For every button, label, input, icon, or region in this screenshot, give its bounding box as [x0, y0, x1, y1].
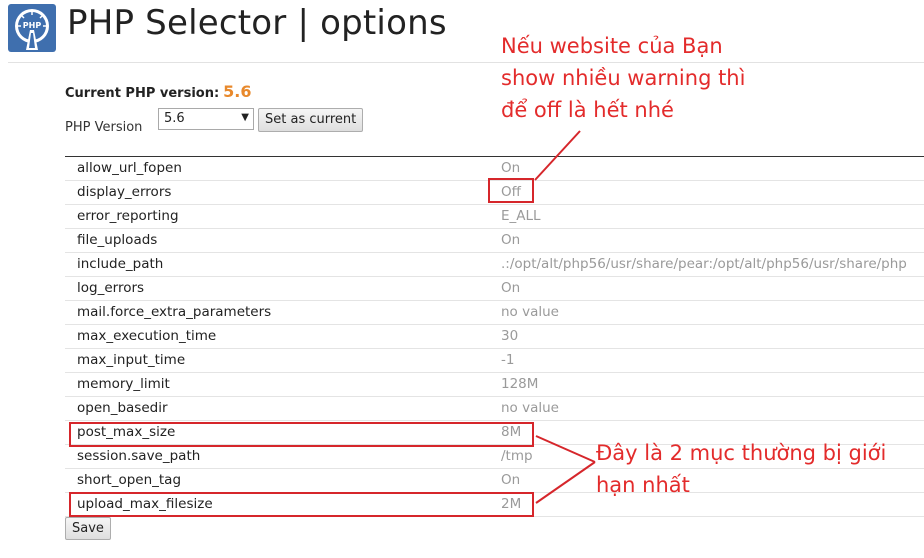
- option-value[interactable]: no value: [501, 400, 559, 416]
- current-version-label: Current PHP version:: [65, 86, 220, 101]
- option-row: include_path .:/opt/alt/php56/usr/share/p…: [65, 253, 924, 277]
- option-row: file_uploads On: [65, 229, 924, 253]
- option-value[interactable]: .:/opt/alt/php56/usr/share/pear:/opt/alt…: [501, 256, 907, 272]
- current-version-value: 5.6: [223, 82, 252, 101]
- option-name: memory_limit: [77, 376, 170, 392]
- option-name: file_uploads: [77, 232, 158, 248]
- current-version: Current PHP version: 5.6: [65, 82, 252, 101]
- annotation-line: để off là hết nhé: [501, 98, 674, 122]
- option-value[interactable]: E_ALL: [501, 208, 541, 224]
- annotation-line: Đây là 2 mục thường bị giới: [596, 441, 887, 465]
- php-selector-page: PHP PHP Selector | options Current PHP v…: [0, 0, 924, 558]
- option-name: max_input_time: [77, 352, 186, 368]
- option-row: max_execution_time 30: [65, 325, 924, 349]
- page-title: PHP Selector | options: [67, 3, 447, 43]
- option-value[interactable]: no value: [501, 304, 559, 320]
- option-row: log_errors On: [65, 277, 924, 301]
- option-row: error_reporting E_ALL: [65, 205, 924, 229]
- option-row: open_basedir no value: [65, 397, 924, 421]
- option-name: open_basedir: [77, 400, 168, 416]
- option-row: max_input_time -1: [65, 349, 924, 373]
- set-as-current-button[interactable]: Set as current: [258, 108, 364, 132]
- option-value[interactable]: 128M: [501, 376, 538, 392]
- php-version-select[interactable]: 5.6 ▼: [158, 108, 254, 130]
- option-value[interactable]: On: [501, 472, 520, 488]
- annotation-note-display-errors: Nếu website của Bạn show nhiều warning t…: [501, 30, 745, 126]
- option-name: allow_url_fopen: [77, 160, 182, 176]
- save-button[interactable]: Save: [65, 517, 111, 540]
- php-version-selected: 5.6: [164, 111, 185, 126]
- option-value[interactable]: On: [501, 232, 520, 248]
- title-divider: [8, 62, 924, 63]
- option-name: display_errors: [77, 184, 172, 200]
- php-version-label: PHP Version: [65, 120, 143, 135]
- option-name: error_reporting: [77, 208, 179, 224]
- option-row: memory_limit 128M: [65, 373, 924, 397]
- option-name: mail.force_extra_parameters: [77, 304, 272, 320]
- option-name: include_path: [77, 256, 164, 272]
- option-row: mail.force_extra_parameters no value: [65, 301, 924, 325]
- logo-text: PHP: [23, 21, 42, 30]
- option-value[interactable]: /tmp: [501, 448, 533, 464]
- dropdown-arrow-icon: ▼: [241, 112, 249, 123]
- upload-max-filesize-highlight: [69, 492, 534, 517]
- option-name: session.save_path: [77, 448, 201, 464]
- display-errors-highlight: [488, 178, 534, 203]
- post-max-size-highlight: [69, 422, 534, 447]
- php-selector-logo-icon: PHP: [8, 4, 56, 52]
- option-value[interactable]: On: [501, 280, 520, 296]
- option-name: log_errors: [77, 280, 145, 296]
- option-value[interactable]: -1: [501, 352, 514, 368]
- option-value[interactable]: 30: [501, 328, 518, 344]
- option-name: max_execution_time: [77, 328, 217, 344]
- annotation-note-limits: Đây là 2 mục thường bị giới hạn nhất: [596, 437, 886, 501]
- annotation-line: hạn nhất: [596, 473, 690, 497]
- annotation-line: show nhiều warning thì: [501, 66, 746, 90]
- option-value[interactable]: On: [501, 160, 520, 176]
- annotation-line: Nếu website của Bạn: [501, 34, 723, 58]
- option-name: short_open_tag: [77, 472, 182, 488]
